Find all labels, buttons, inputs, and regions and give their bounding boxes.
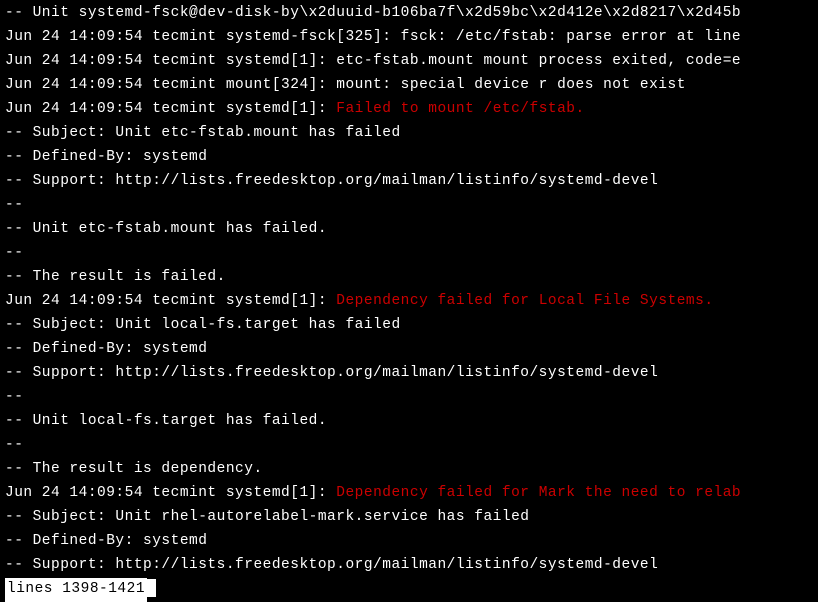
log-prefix: Jun 24 14:09:54 tecmint systemd[1]: bbox=[5, 485, 336, 501]
log-line: -- bbox=[5, 242, 813, 266]
log-line: Jun 24 14:09:54 tecmint mount[324]: moun… bbox=[5, 74, 813, 98]
log-text: -- The result is failed. bbox=[5, 269, 226, 285]
log-line: -- The result is failed. bbox=[5, 266, 813, 290]
log-text: -- Support: http://lists.freedesktop.org… bbox=[5, 557, 658, 573]
log-text: -- bbox=[5, 389, 23, 405]
log-line: Jun 24 14:09:54 tecmint systemd[1]: Fail… bbox=[5, 98, 813, 122]
log-text: -- Subject: Unit rhel-autorelabel-mark.s… bbox=[5, 509, 529, 525]
log-text: -- Support: http://lists.freedesktop.org… bbox=[5, 365, 658, 381]
terminal-output[interactable]: -- Unit systemd-fsck@dev-disk-by\x2duuid… bbox=[5, 2, 813, 602]
log-line: -- Subject: Unit rhel-autorelabel-mark.s… bbox=[5, 506, 813, 530]
log-text: -- bbox=[5, 197, 23, 213]
log-error-message: Dependency failed for Mark the need to r… bbox=[336, 485, 741, 501]
log-text: -- The result is dependency. bbox=[5, 461, 263, 477]
log-line: Jun 24 14:09:54 tecmint systemd-fsck[325… bbox=[5, 26, 813, 50]
pager-status-line[interactable]: lines 1398-1421 bbox=[5, 578, 813, 602]
log-text: -- Subject: Unit etc-fstab.mount has fai… bbox=[5, 125, 401, 141]
log-line: -- Subject: Unit etc-fstab.mount has fai… bbox=[5, 122, 813, 146]
log-error-message: Dependency failed for Local File Systems… bbox=[336, 293, 713, 309]
log-text: -- Subject: Unit local-fs.target has fai… bbox=[5, 317, 401, 333]
log-line: -- Subject: Unit local-fs.target has fai… bbox=[5, 314, 813, 338]
log-line: -- The result is dependency. bbox=[5, 458, 813, 482]
log-error-message: Failed to mount /etc/fstab. bbox=[336, 101, 584, 117]
log-line: -- Unit systemd-fsck@dev-disk-by\x2duuid… bbox=[5, 2, 813, 26]
log-text: -- Support: http://lists.freedesktop.org… bbox=[5, 173, 658, 189]
log-line: -- bbox=[5, 434, 813, 458]
log-line: -- Unit etc-fstab.mount has failed. bbox=[5, 218, 813, 242]
log-text: Jun 24 14:09:54 tecmint systemd-fsck[325… bbox=[5, 29, 741, 45]
log-prefix: Jun 24 14:09:54 tecmint systemd[1]: bbox=[5, 101, 336, 117]
log-text: -- Defined-By: systemd bbox=[5, 341, 207, 357]
pager-status-text: lines 1398-1421 bbox=[5, 578, 147, 602]
log-text: -- Unit etc-fstab.mount has failed. bbox=[5, 221, 327, 237]
log-line: Jun 24 14:09:54 tecmint systemd[1]: etc-… bbox=[5, 50, 813, 74]
log-line: -- Defined-By: systemd bbox=[5, 530, 813, 554]
cursor-icon bbox=[147, 579, 156, 597]
log-text: Jun 24 14:09:54 tecmint systemd[1]: etc-… bbox=[5, 53, 741, 69]
log-line: -- Unit local-fs.target has failed. bbox=[5, 410, 813, 434]
log-prefix: Jun 24 14:09:54 tecmint systemd[1]: bbox=[5, 293, 336, 309]
log-line: -- bbox=[5, 386, 813, 410]
log-line: -- Defined-By: systemd bbox=[5, 146, 813, 170]
log-line: -- Support: http://lists.freedesktop.org… bbox=[5, 362, 813, 386]
log-line: -- bbox=[5, 194, 813, 218]
log-text: -- bbox=[5, 437, 23, 453]
log-text: -- Unit local-fs.target has failed. bbox=[5, 413, 327, 429]
log-line: -- Support: http://lists.freedesktop.org… bbox=[5, 554, 813, 578]
log-line: -- Support: http://lists.freedesktop.org… bbox=[5, 170, 813, 194]
log-line: -- Defined-By: systemd bbox=[5, 338, 813, 362]
log-text: -- Unit systemd-fsck@dev-disk-by\x2duuid… bbox=[5, 5, 741, 21]
log-line: Jun 24 14:09:54 tecmint systemd[1]: Depe… bbox=[5, 290, 813, 314]
log-text: -- Defined-By: systemd bbox=[5, 533, 207, 549]
log-text: -- Defined-By: systemd bbox=[5, 149, 207, 165]
log-text: Jun 24 14:09:54 tecmint mount[324]: moun… bbox=[5, 77, 686, 93]
log-line: Jun 24 14:09:54 tecmint systemd[1]: Depe… bbox=[5, 482, 813, 506]
log-text: -- bbox=[5, 245, 23, 261]
